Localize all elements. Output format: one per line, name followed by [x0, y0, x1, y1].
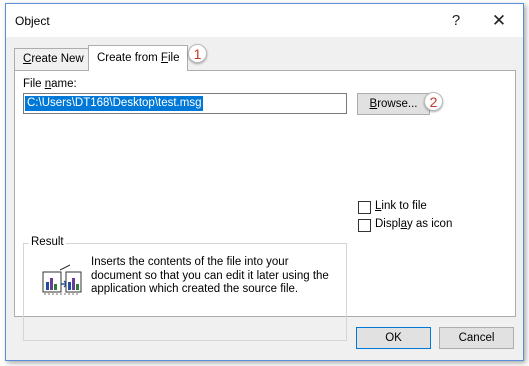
tab-create-from-file-prefix: Create from [97, 52, 161, 64]
browse-button[interactable]: Browse... [357, 93, 430, 115]
display-as-icon-label: Display as icon [375, 218, 453, 230]
result-title: Result [29, 236, 66, 248]
title-bar[interactable]: Object ? ✕ [6, 4, 523, 37]
tab-create-from-file[interactable]: Create from File [88, 45, 189, 71]
close-button[interactable]: ✕ [485, 10, 513, 32]
tab-create-from-file-label: ile [167, 52, 180, 64]
result-description: Inserts the contents of the file into yo… [91, 256, 329, 295]
cancel-button[interactable]: Cancel [439, 327, 514, 349]
tab-create-from-file-mnemonic: F [160, 52, 168, 64]
help-button[interactable]: ? [442, 10, 470, 32]
file-name-value: C:\Users\DT168\Desktop\test.msg [25, 96, 204, 111]
step-marker-2: 2 [424, 92, 443, 111]
file-name-label: File name: [23, 78, 77, 90]
display-as-icon-checkbox[interactable] [358, 219, 371, 232]
tab-create-new[interactable]: Create New [14, 48, 93, 70]
dialog-title: Object [15, 14, 50, 28]
dialog-body: Create New Create from File 1 File name:… [6, 37, 523, 360]
object-dialog: Object ? ✕ Create New Create from File 1… [5, 3, 524, 361]
embed-object-icon [42, 264, 82, 295]
link-to-file-checkbox[interactable] [358, 201, 371, 214]
tab-create-new-label: reate New [31, 53, 84, 65]
ok-button[interactable]: OK [356, 327, 431, 349]
result-group: Result Inserts the contents of the file … [23, 236, 347, 341]
file-name-input[interactable]: C:\Users\DT168\Desktop\test.msg [23, 93, 347, 114]
step-marker-1: 1 [188, 44, 207, 63]
link-to-file-label: Link to file [375, 200, 427, 212]
